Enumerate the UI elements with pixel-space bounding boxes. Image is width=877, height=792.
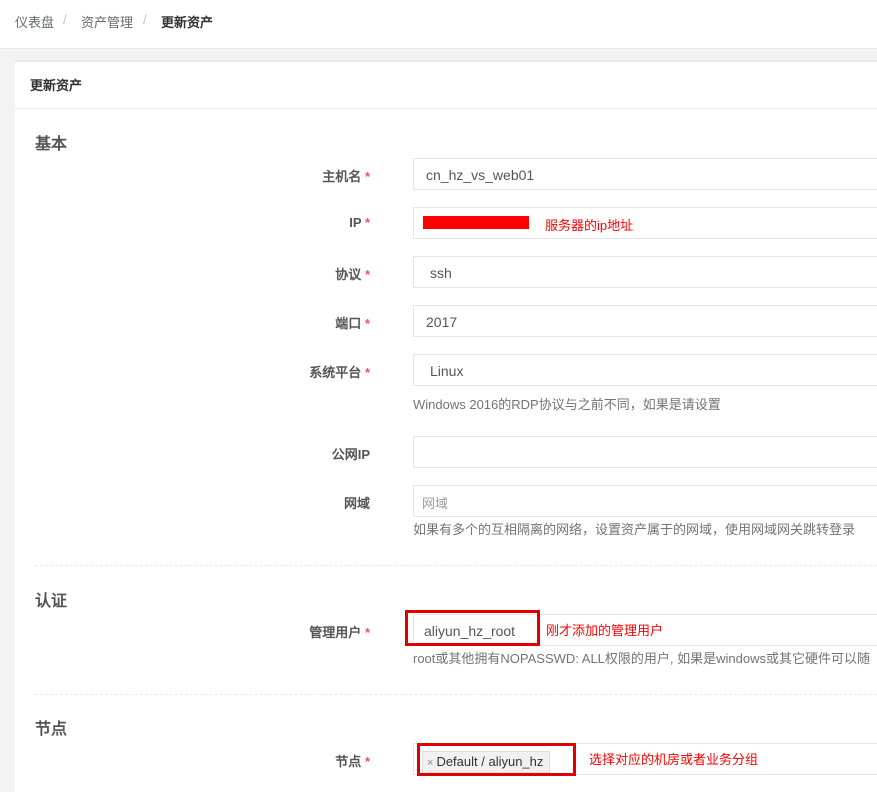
protocol-select[interactable]: ssh — [413, 256, 877, 288]
ip-redaction — [423, 216, 529, 229]
public-ip-label: 公网IP — [331, 447, 370, 462]
admin-user-help-text: root或其他拥有NOPASSWD: ALL权限的用户, 如果是windows或… — [413, 651, 870, 666]
ip-label: IP * — [349, 215, 370, 230]
admin-user-annotation: 刚才添加的管理用户 — [546, 623, 664, 638]
platform-select[interactable]: Linux — [413, 354, 877, 386]
breadcrumb-separator: / — [143, 12, 147, 27]
panel-header: 更新资产 — [15, 62, 877, 109]
breadcrumb-item-assets[interactable]: 资产管理 — [81, 12, 133, 31]
section-title-basic: 基本 — [35, 136, 68, 153]
ip-input[interactable]: 服务器的ip地址 — [413, 207, 877, 239]
hostname-label: 主机名 * — [322, 169, 370, 184]
divider — [35, 565, 877, 566]
section-title-auth: 认证 — [35, 593, 68, 610]
section-title-node: 节点 — [35, 721, 68, 738]
breadcrumb-item-dashboard[interactable]: 仪表盘 — [15, 12, 54, 31]
admin-user-label: 管理用户 * — [309, 625, 370, 640]
protocol-label: 协议 * — [335, 267, 370, 282]
breadcrumb-item-current: 更新资产 — [161, 15, 214, 30]
breadcrumb: 仪表盘 / 资产管理 / 更新资产 — [0, 0, 877, 49]
platform-help-text: Windows 2016的RDP协议与之前不同，如果是请设置 — [413, 397, 721, 412]
hostname-input[interactable]: cn_hz_vs_web01 — [413, 158, 877, 190]
divider — [35, 694, 877, 695]
domain-help-text: 如果有多个的互相隔离的网络，设置资产属于的网域，使用网域网关跳转登录 — [413, 522, 856, 537]
port-input[interactable]: 2017 — [413, 305, 877, 337]
update-asset-panel: 更新资产 基本 主机名 * cn_hz_vs_web01 IP * 服务器的ip… — [15, 60, 877, 792]
admin-user-highlight-box — [405, 610, 540, 646]
ip-annotation: 服务器的ip地址 — [545, 218, 634, 233]
port-label: 端口 * — [335, 316, 370, 331]
breadcrumb-separator: / — [63, 12, 67, 27]
platform-label: 系统平台 * — [309, 365, 370, 380]
nodes-highlight-box — [417, 743, 576, 776]
domain-label: 网域 — [343, 496, 370, 511]
domain-select[interactable]: 网域 — [413, 485, 877, 517]
nodes-annotation: 选择对应的机房或者业务分组 — [589, 752, 759, 767]
public-ip-input[interactable] — [413, 436, 877, 468]
nodes-label: 节点 * — [335, 754, 370, 769]
panel-title: 更新资产 — [30, 78, 83, 93]
